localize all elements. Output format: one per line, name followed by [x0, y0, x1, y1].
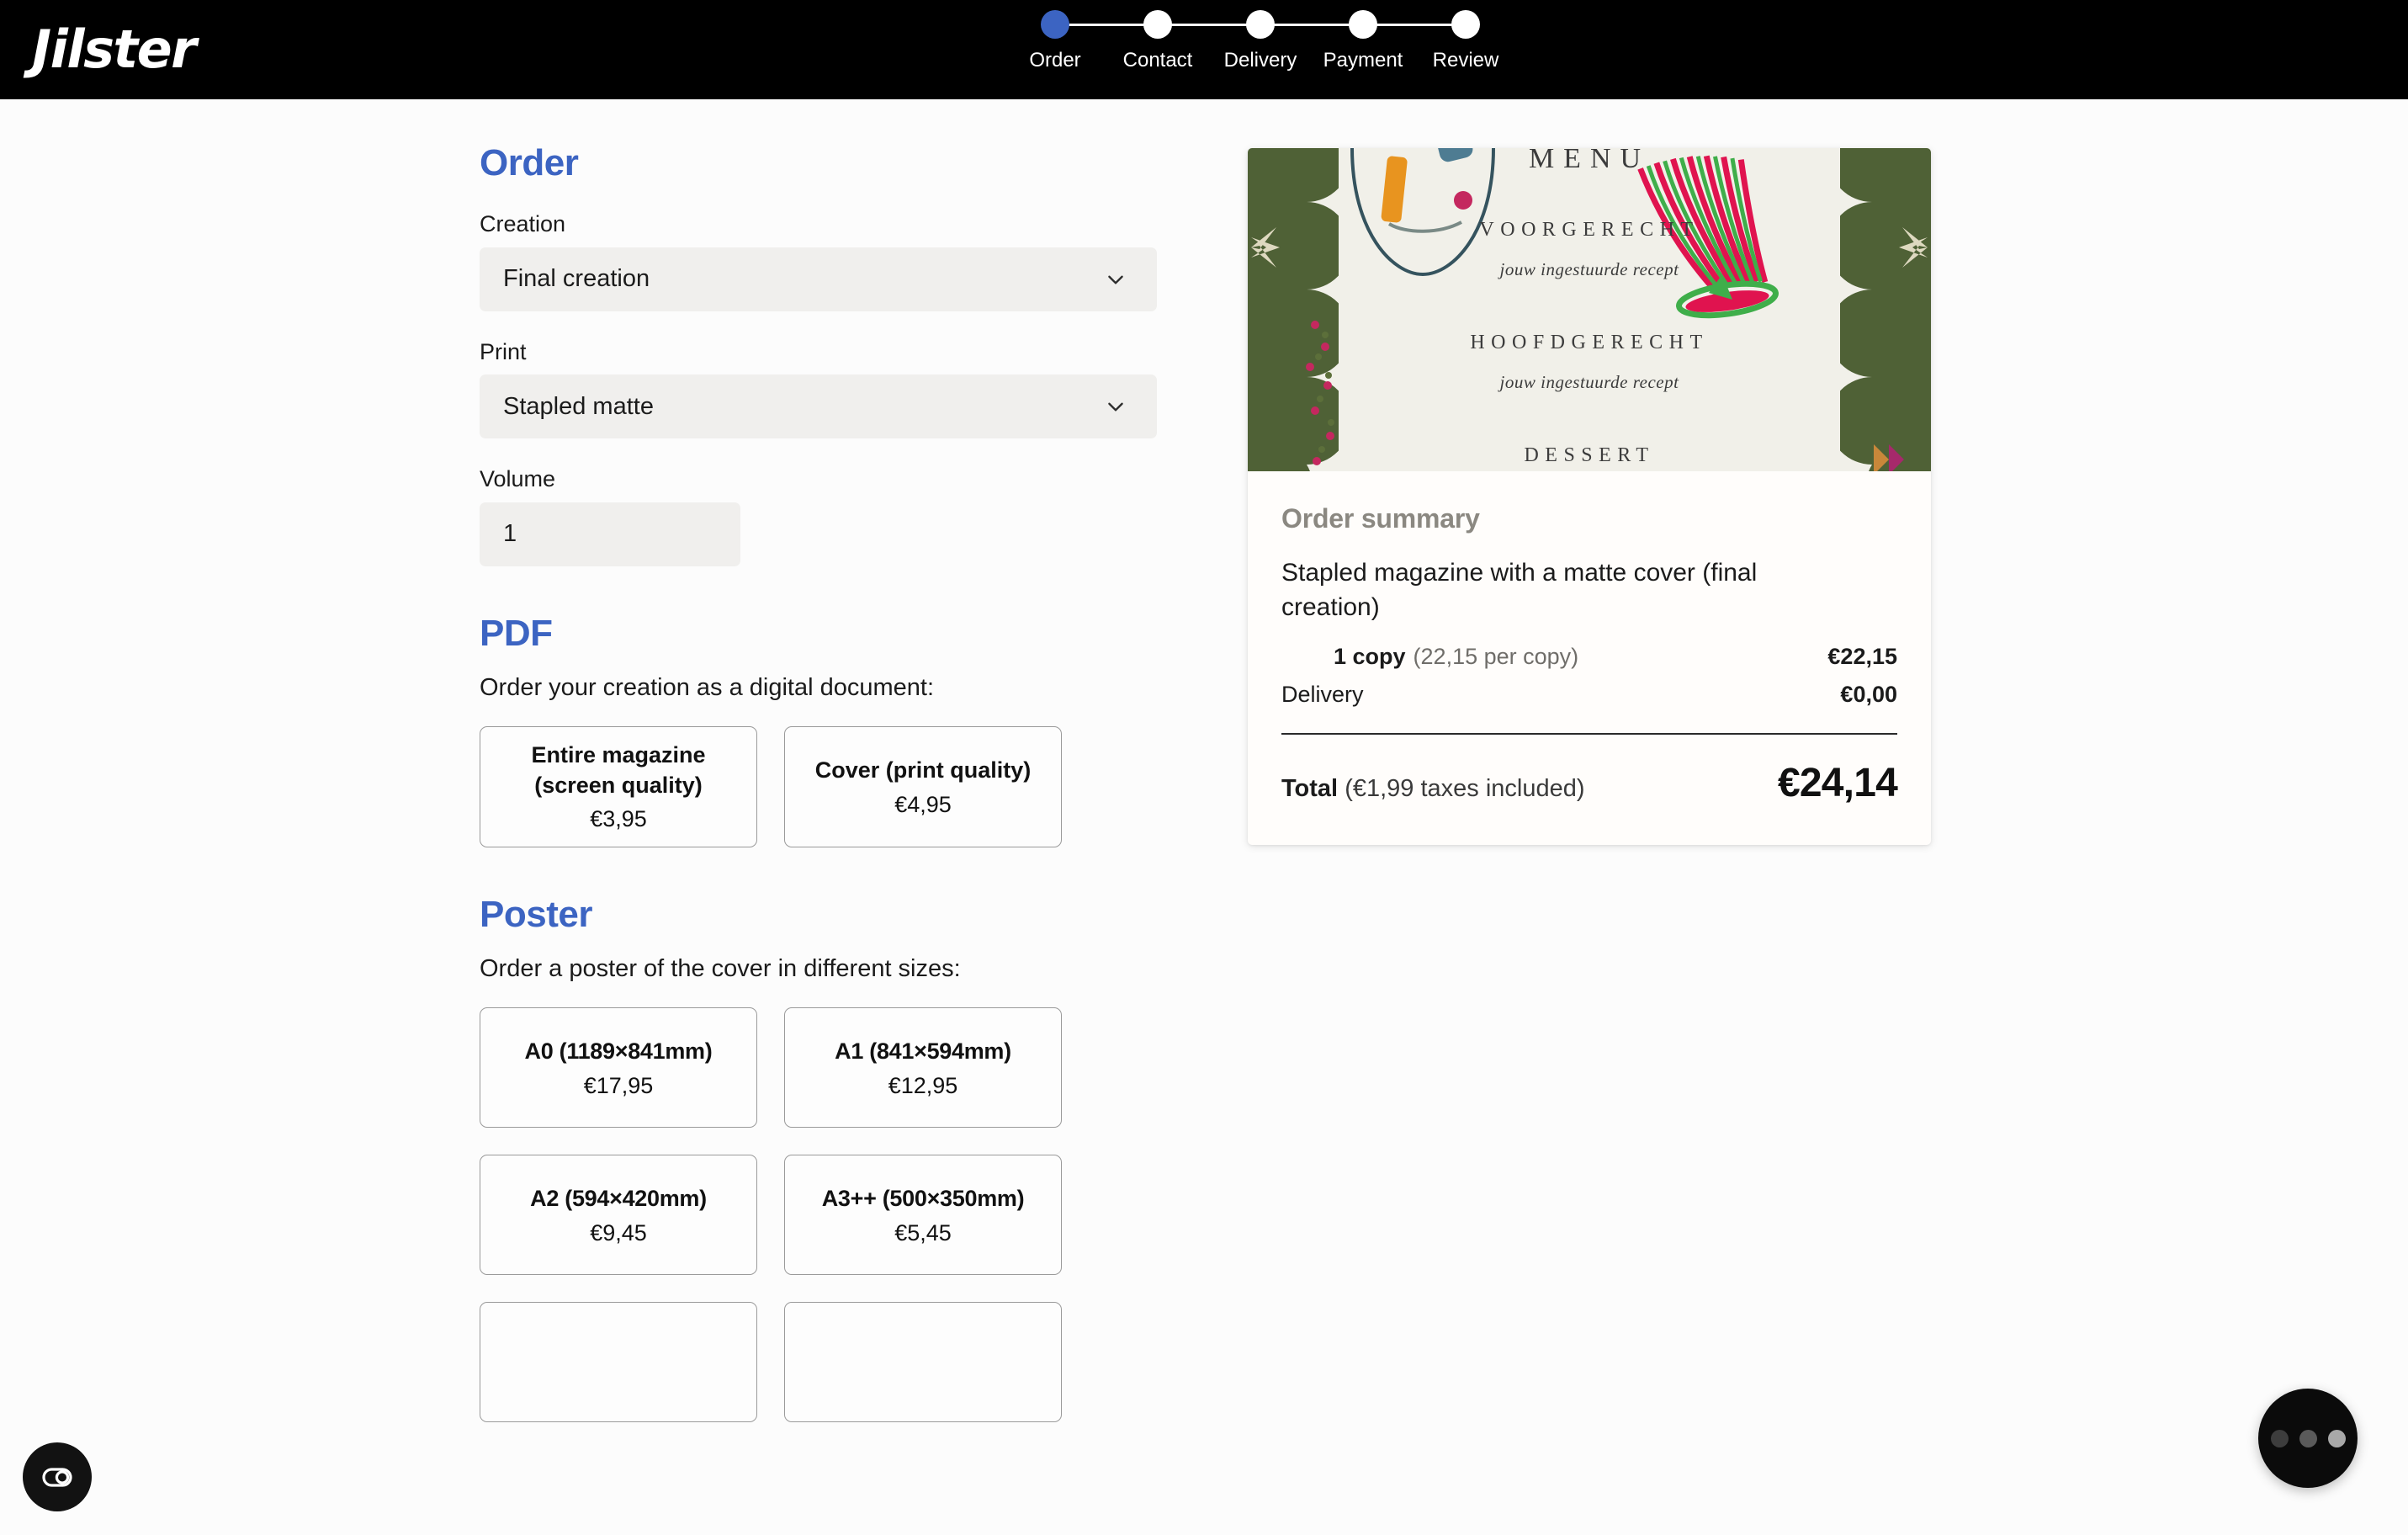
- checkout-page: Order Creation Final creation Print Stap…: [0, 99, 2408, 1535]
- summary-divider: [1281, 732, 1897, 735]
- pdf-heading: PDF: [480, 612, 553, 654]
- pdf-description: Order your creation as a digital documen…: [480, 673, 934, 701]
- botanical-scallop-right-icon: [1840, 148, 1931, 471]
- poster-option-a3pp[interactable]: A3++ (500×350mm) €5,45: [784, 1155, 1062, 1276]
- option-price: €12,95: [888, 1072, 958, 1098]
- delivery-label: Delivery: [1281, 681, 1364, 707]
- step-dot-delivery: [1246, 10, 1275, 39]
- brand-logo[interactable]: Jilster: [32, 24, 197, 76]
- step-payment[interactable]: Payment: [1312, 10, 1466, 72]
- chat-dot-2-icon: [2299, 1429, 2317, 1447]
- order-summary-card: MENU VOORGERECHT jouw ingestuurde recept…: [1248, 148, 1931, 845]
- option-price: €3,95: [590, 806, 647, 832]
- step-label-order: Order: [1029, 49, 1081, 72]
- option-price: €5,45: [894, 1219, 952, 1246]
- print-select-value: Stapled matte: [503, 392, 654, 420]
- volume-label: Volume: [480, 466, 556, 492]
- accessibility-widget-button[interactable]: [23, 1442, 92, 1511]
- order-summary-product: Stapled magazine with a matte cover (fin…: [1281, 559, 1758, 621]
- step-dot-payment: [1349, 10, 1377, 39]
- chat-dot-3-icon: [2327, 1429, 2346, 1447]
- option-title: A0 (1189×841mm): [524, 1038, 713, 1064]
- chat-dot-1-icon: [2270, 1429, 2289, 1447]
- preview-subtitle-1: jouw ingestuurde recept: [1499, 259, 1679, 279]
- total-taxes-note: (€1,99 taxes included): [1345, 774, 1585, 802]
- step-label-payment: Payment: [1323, 49, 1403, 72]
- step-dot-review: [1451, 10, 1480, 39]
- option-title: A3++ (500×350mm): [821, 1185, 1025, 1211]
- order-summary-title: Order summary: [1281, 503, 1480, 534]
- total-amount: €24,14: [1777, 760, 1898, 805]
- summary-total-row: Total (€1,99 taxes included) €24,14: [1281, 760, 1898, 806]
- preview-subtitle-2: jouw ingestuurde recept: [1499, 372, 1679, 392]
- option-title: A1 (841×594mm): [835, 1038, 1011, 1064]
- order-heading: Order: [480, 142, 579, 183]
- poster-option-a1[interactable]: A1 (841×594mm) €12,95: [784, 1007, 1062, 1129]
- chevron-down-icon: [1105, 268, 1127, 290]
- option-price: €17,95: [583, 1072, 654, 1098]
- line-item-quantity: 1 copy: [1334, 643, 1406, 669]
- step-dot-order: [1041, 10, 1069, 39]
- poster-option-a2[interactable]: A2 (594×420mm) €9,45: [480, 1155, 757, 1276]
- striped-fan-illustration-icon: [1637, 155, 1779, 319]
- step-connector: [1158, 24, 1260, 26]
- step-review[interactable]: Review: [1414, 10, 1517, 71]
- step-dot-contact: [1143, 10, 1172, 39]
- pdf-option-cover-print-quality[interactable]: Cover (print quality) €4,95: [784, 726, 1062, 847]
- poster-option-a0[interactable]: A0 (1189×841mm) €17,95: [480, 1007, 757, 1129]
- order-form-column: Order Creation Final creation Print Stap…: [480, 142, 1161, 1423]
- option-price: €9,45: [590, 1219, 647, 1246]
- option-title: Entire magazine (screen quality): [531, 742, 706, 798]
- checkout-stepper: Order Contact Delivery Payment Review: [1004, 10, 1517, 71]
- total-label: Total: [1281, 774, 1339, 802]
- step-label-contact: Contact: [1122, 49, 1193, 72]
- site-header: Jilster Order Contact Delivery Payment R…: [0, 0, 2408, 99]
- option-price: €4,95: [894, 791, 952, 817]
- print-select[interactable]: Stapled matte: [480, 374, 1157, 439]
- creation-select-value: Final creation: [503, 265, 650, 293]
- preview-course-1: VOORGERECHT: [1479, 219, 1700, 241]
- step-label-delivery: Delivery: [1223, 49, 1297, 72]
- preview-course-2: HOOFDGERECHT: [1470, 332, 1709, 353]
- chevron-down-icon: [1105, 396, 1127, 417]
- order-summary-body: Order summary Stapled magazine with a ma…: [1248, 471, 1931, 845]
- option-title: Cover (print quality): [814, 757, 1032, 783]
- step-connector: [1055, 24, 1158, 26]
- line-item-amount: €22,15: [1827, 643, 1897, 669]
- print-label: Print: [480, 338, 527, 364]
- option-card-partial[interactable]: [480, 1302, 757, 1423]
- summary-delivery-row: Delivery €0,00: [1281, 682, 1897, 708]
- chat-launcher-button[interactable]: [2258, 1389, 2358, 1488]
- poster-heading: Poster: [480, 893, 592, 935]
- creation-select[interactable]: Final creation: [480, 247, 1157, 311]
- pdf-option-grid: Entire magazine (screen quality) €3,95 C…: [480, 726, 1161, 847]
- pdf-option-entire-magazine[interactable]: Entire magazine (screen quality) €3,95: [480, 726, 757, 847]
- option-title: A2 (594×420mm): [530, 1185, 707, 1211]
- order-summary-column: MENU VOORGERECHT jouw ingestuurde recept…: [1248, 148, 1931, 845]
- step-order[interactable]: Order: [1004, 10, 1158, 72]
- step-connector: [1260, 24, 1363, 26]
- delivery-amount: €0,00: [1840, 681, 1897, 707]
- volume-input[interactable]: 1: [480, 502, 740, 566]
- creation-label: Creation: [480, 211, 566, 237]
- summary-line-item: 1 copy (22,15 per copy) €22,15: [1281, 644, 1897, 670]
- step-connector: [1363, 24, 1466, 26]
- line-item-per-copy: (22,15 per copy): [1413, 643, 1579, 669]
- step-contact[interactable]: Contact: [1106, 10, 1260, 72]
- preview-course-3: DESSERT: [1524, 444, 1655, 466]
- preview-menu-title: MENU: [1528, 148, 1651, 174]
- poster-description: Order a poster of the cover in different…: [480, 955, 961, 983]
- poster-option-grid: A0 (1189×841mm) €17,95 A1 (841×594mm) €1…: [480, 1007, 1161, 1423]
- step-label-review: Review: [1432, 49, 1499, 72]
- accessibility-icon: [42, 1468, 72, 1487]
- magazine-cover-preview[interactable]: MENU VOORGERECHT jouw ingestuurde recept…: [1248, 148, 1931, 471]
- step-delivery[interactable]: Delivery: [1209, 10, 1363, 72]
- option-card-partial[interactable]: [784, 1302, 1062, 1423]
- preview-artwork: MENU VOORGERECHT jouw ingestuurde recept…: [1248, 148, 1931, 471]
